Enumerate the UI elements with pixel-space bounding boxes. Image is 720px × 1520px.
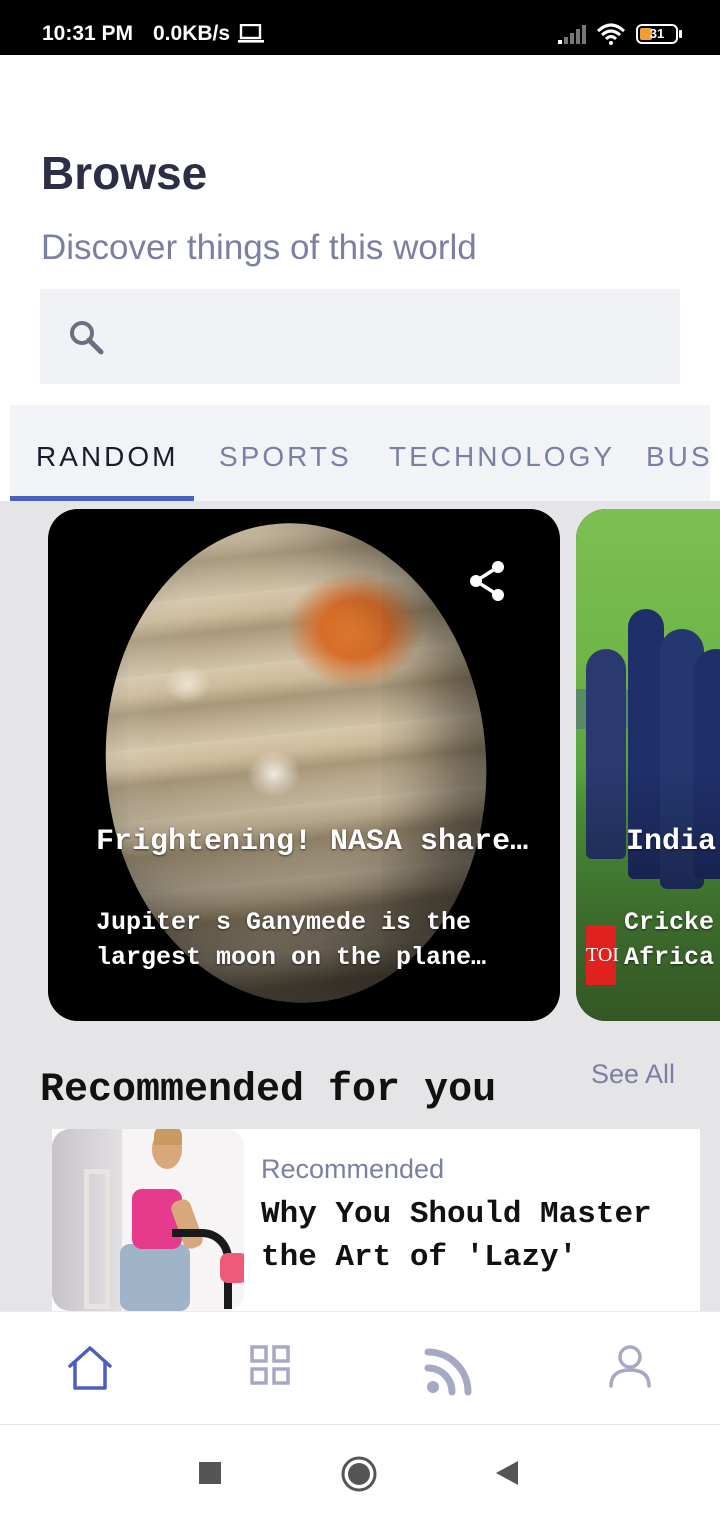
source-badge: TOI — [586, 925, 619, 985]
battery-icon: 31 — [636, 24, 682, 44]
page-title: Browse — [41, 147, 208, 199]
featured-card[interactable]: Frightening! NASA share… Jupiter s Ganym… — [48, 509, 560, 1021]
search-input[interactable] — [120, 309, 660, 364]
home-button-icon[interactable] — [340, 1455, 378, 1493]
featured-card-title: Frightening! NASA share… — [96, 825, 529, 859]
signal-icon — [558, 25, 586, 44]
feed-icon[interactable] — [424, 1344, 476, 1396]
home-icon[interactable] — [66, 1344, 114, 1392]
featured-card-description: Jupiter s Ganymede is the largest moon o… — [96, 908, 487, 972]
tab-technology[interactable]: TECHNOLOGY — [389, 441, 615, 473]
recommended-article[interactable]: Recommended Why You Should Master the Ar… — [52, 1129, 700, 1311]
back-icon[interactable] — [494, 1459, 520, 1487]
wifi-icon — [596, 23, 626, 45]
featured-card-description: Cricke Africa — [624, 908, 715, 972]
search-icon — [70, 321, 104, 355]
status-time: 10:31 PM — [42, 22, 134, 45]
page-subtitle: Discover things of this world — [41, 228, 477, 267]
exercise-bike-woman-image — [52, 1129, 244, 1311]
tab-random[interactable]: RANDOM — [36, 441, 178, 473]
main-content: Frightening! NASA share… Jupiter s Ganym… — [0, 501, 720, 1311]
featured-card-title: India — [626, 825, 717, 859]
share-icon[interactable] — [468, 559, 508, 603]
tab-business[interactable]: BUS — [646, 441, 710, 473]
recommended-heading: Recommended for you — [40, 1068, 497, 1113]
category-tabs: RANDOM SPORTS TECHNOLOGY BUS — [10, 405, 710, 501]
search-bar[interactable] — [40, 289, 680, 384]
article-category: Recommended — [261, 1154, 445, 1184]
status-bar: 10:31 PM 0.0KB/s 31 — [0, 0, 720, 55]
laptop-icon — [238, 24, 264, 43]
grid-icon[interactable] — [249, 1344, 291, 1386]
recent-apps-icon[interactable] — [198, 1461, 222, 1485]
tab-sports[interactable]: SPORTS — [219, 441, 352, 473]
article-title: Why You Should Master the Art of 'Lazy' — [261, 1197, 652, 1275]
battery-level: 31 — [649, 26, 665, 41]
featured-card[interactable]: India TOI Cricke Africa — [576, 509, 720, 1021]
system-navigation-bar — [0, 1424, 720, 1520]
see-all-link[interactable]: See All — [591, 1059, 675, 1090]
status-network-speed: 0.0KB/s — [153, 22, 231, 45]
profile-icon[interactable] — [608, 1344, 652, 1388]
bottom-navigation — [0, 1311, 720, 1424]
